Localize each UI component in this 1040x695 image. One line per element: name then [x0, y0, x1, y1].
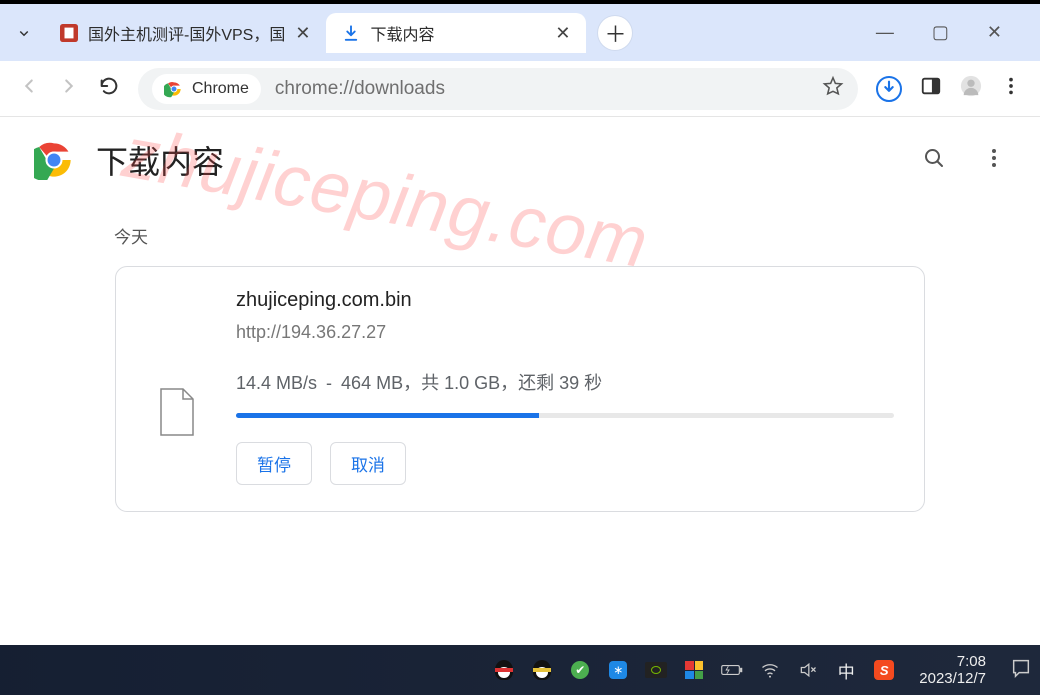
downloads-page: zhujiceping.com 下载内容 今天 zhujiceping.com.…: [0, 117, 1040, 645]
reload-button[interactable]: [98, 75, 120, 102]
clock-time: 7:08: [919, 653, 986, 670]
volume-mute-icon[interactable]: [797, 659, 819, 681]
tab-active-downloads[interactable]: 下载内容 ✕: [326, 13, 586, 53]
browser-toolbar: Chrome chrome://downloads: [0, 61, 1040, 117]
sogou-ime-icon[interactable]: S: [873, 659, 895, 681]
browser-tabstrip: 国外主机测评-国外VPS，国 ✕ 下载内容 ✕ ＋ — ▢ ✕: [0, 4, 1040, 61]
address-url: chrome://downloads: [275, 78, 445, 100]
nvidia-icon[interactable]: [645, 659, 667, 681]
windows-taskbar: ✔ ∗ 中 S 7:08 2023/12/7: [0, 645, 1040, 695]
ime-language-icon[interactable]: 中: [835, 659, 857, 681]
download-arrow-icon: [342, 24, 360, 42]
close-icon[interactable]: ✕: [295, 24, 310, 42]
qq-penguin-yellow-icon[interactable]: [531, 659, 553, 681]
downloads-toolbar-icon[interactable]: [876, 76, 902, 102]
download-item: zhujiceping.com.bin http://194.36.27.27 …: [115, 266, 925, 512]
notifications-icon[interactable]: [1010, 657, 1032, 684]
security-check-icon[interactable]: ✔: [569, 659, 591, 681]
window-controls: — ▢ ✕: [876, 22, 1030, 43]
profile-avatar-icon[interactable]: [960, 75, 982, 102]
battery-icon[interactable]: [721, 659, 743, 681]
close-icon[interactable]: ✕: [555, 24, 570, 42]
tablist-dropdown-icon[interactable]: [14, 23, 34, 43]
address-bar[interactable]: Chrome chrome://downloads: [138, 68, 858, 110]
clock-date: 2023/12/7: [919, 670, 986, 687]
side-panel-icon[interactable]: [920, 75, 942, 102]
search-icon[interactable]: [922, 146, 946, 175]
bookmark-star-icon[interactable]: [822, 75, 844, 102]
tab-title: 国外主机测评-国外VPS，国: [88, 21, 285, 45]
qq-penguin-red-icon[interactable]: [493, 659, 515, 681]
minimize-icon[interactable]: —: [876, 22, 894, 43]
page-header: 下载内容: [0, 117, 1040, 203]
new-tab-button[interactable]: ＋: [598, 16, 632, 50]
forward-button[interactable]: [58, 75, 80, 102]
wifi-icon[interactable]: [759, 659, 781, 681]
color-pixels-icon[interactable]: [683, 659, 705, 681]
download-progress-bar: [236, 413, 894, 418]
more-menu-icon[interactable]: [982, 146, 1006, 175]
pause-button[interactable]: 暂停: [236, 442, 312, 485]
chrome-logo-icon: [34, 140, 74, 180]
tab-favicon-red-icon: [60, 24, 78, 42]
site-chip[interactable]: Chrome: [152, 74, 261, 104]
maximize-icon[interactable]: ▢: [932, 22, 949, 43]
chrome-logo-icon: [164, 79, 184, 99]
cancel-button[interactable]: 取消: [330, 442, 406, 485]
bluetooth-icon[interactable]: ∗: [607, 659, 629, 681]
download-filename: zhujiceping.com.bin: [236, 289, 894, 312]
taskbar-clock[interactable]: 7:08 2023/12/7: [911, 653, 994, 688]
file-icon: [146, 339, 208, 485]
tab-title: 下载内容: [370, 21, 545, 45]
download-progress-fill: [236, 413, 539, 418]
kebab-menu-icon[interactable]: [1000, 75, 1022, 102]
download-source-url[interactable]: http://194.36.27.27: [236, 322, 894, 343]
download-status: 14.4 MB/s - 464 MB，共 1.0 GB，还剩 39 秒: [236, 369, 894, 395]
window-close-icon[interactable]: ✕: [987, 22, 1002, 43]
page-title: 下载内容: [96, 137, 224, 183]
section-today-label: 今天: [114, 223, 1040, 248]
site-chip-label: Chrome: [192, 80, 249, 98]
back-button[interactable]: [18, 75, 40, 102]
tab-inactive[interactable]: 国外主机测评-国外VPS，国 ✕: [44, 13, 326, 53]
